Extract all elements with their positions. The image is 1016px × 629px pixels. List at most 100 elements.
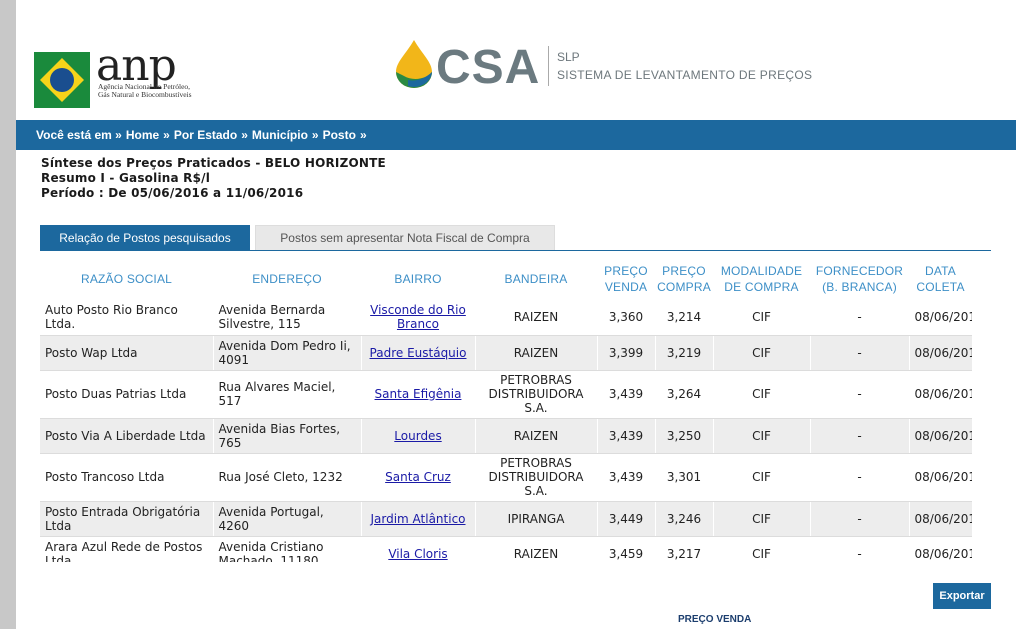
cell-preco-compra: 3,246 <box>655 501 714 537</box>
cell-endereco: Rua Alvares Maciel, 517 <box>213 370 362 419</box>
cell-data-coleta: 08/06/2016 <box>909 300 972 336</box>
csa-logo: CSA SLP SISTEMA DE LEVANTAMENTO DE PREÇO… <box>394 38 814 94</box>
cell-bandeira: RAIZEN <box>475 418 598 454</box>
cell-preco-compra: 3,219 <box>655 335 714 371</box>
cell-bairro: Vila Cloris <box>361 536 476 562</box>
bairro-link[interactable]: Santa Cruz <box>385 470 451 484</box>
cell-fornecedor: - <box>810 501 910 537</box>
table-row: Posto Entrada Obrigatória Ltda Avenida Po… <box>40 501 972 537</box>
header-data-coleta: DATA COLETA <box>916 264 965 294</box>
breadcrumb-separator: » <box>163 128 170 142</box>
cell-fornecedor: - <box>810 335 910 371</box>
cell-modalidade: CIF <box>713 453 811 502</box>
header-bairro: BAIRRO <box>394 272 442 286</box>
tab-postos-sem-nota-fiscal[interactable]: Postos sem apresentar Nota Fiscal de Com… <box>255 225 555 250</box>
stations-table: RAZÃO SOCIAL ENDEREÇO BAIRRO BANDEIRA PR… <box>40 258 972 562</box>
bairro-link[interactable]: Vila Cloris <box>388 547 447 561</box>
bairro-link[interactable]: Jardim Atlântico <box>370 512 465 526</box>
breadcrumb-municipio[interactable]: Município <box>252 128 308 142</box>
cell-preco-venda: 3,459 <box>597 536 656 562</box>
csa-drop-icon <box>396 40 432 88</box>
table-row: Posto Trancoso Ltda Rua José Cleto, 1232 S… <box>40 453 972 502</box>
table-row: Posto Via A Liberdade Ltda Avenida Bias F… <box>40 418 972 454</box>
cell-bandeira: PETROBRAS DISTRIBUIDORA S.A. <box>475 370 598 419</box>
header-fornecedor: FORNECEDOR (B. BRANCA) <box>815 264 904 294</box>
cell-bandeira: IPIRANGA <box>475 501 598 537</box>
cell-razao-social: Auto Posto Rio Branco Ltda. <box>40 300 214 336</box>
header-razao-social: RAZÃO SOCIAL <box>80 272 173 286</box>
page: anp Agência Nacional do Petróleo, Gás Na… <box>16 0 1016 629</box>
cell-endereco: Avenida Dom Pedro Ii, 4091 <box>213 335 362 371</box>
bairro-link[interactable]: Lourdes <box>394 429 441 443</box>
cell-modalidade: CIF <box>713 418 811 454</box>
cell-fornecedor: - <box>810 418 910 454</box>
cell-bairro: Santa Efigênia <box>361 370 476 419</box>
cell-endereco: Avenida Portugal, 4260 <box>213 501 362 537</box>
cell-razao-social: Arara Azul Rede de Postos Ltda <box>40 536 214 562</box>
cell-preco-venda: 3,449 <box>597 501 656 537</box>
cell-bandeira: PETROBRAS DISTRIBUIDORA S.A. <box>475 453 598 502</box>
stations-table-container[interactable]: RAZÃO SOCIAL ENDEREÇO BAIRRO BANDEIRA PR… <box>40 258 972 562</box>
cell-data-coleta: 08/06/2016 <box>909 418 972 454</box>
cell-endereco: Avenida Bias Fortes, 765 <box>213 418 362 454</box>
tab-postos-pesquisados[interactable]: Relação de Postos pesquisados <box>40 225 250 251</box>
cell-bairro: Santa Cruz <box>361 453 476 502</box>
cell-bandeira: RAIZEN <box>475 335 598 371</box>
csa-logo-text: CSA <box>436 41 541 94</box>
cell-bairro: Jardim Atlântico <box>361 501 476 537</box>
table-row: Arara Azul Rede de Postos Ltda Avenida Cr… <box>40 536 972 562</box>
breadcrumb-posto[interactable]: Posto <box>323 128 356 142</box>
bairro-link[interactable]: Visconde do Rio Branco <box>370 303 466 331</box>
cell-preco-compra: 3,301 <box>655 453 714 502</box>
cell-razao-social: Posto Trancoso Ltda <box>40 453 214 502</box>
cell-bairro: Padre Eustáquio <box>361 335 476 371</box>
cell-razao-social: Posto Duas Patrias Ltda <box>40 370 214 419</box>
bairro-link[interactable]: Santa Efigênia <box>375 387 462 401</box>
cell-fornecedor: - <box>810 300 910 336</box>
cell-fornecedor: - <box>810 453 910 502</box>
anp-logo-subtitle: Agência Nacional do Petróleo, Gás Natura… <box>98 82 192 99</box>
preco-venda-heading: PREÇO VENDA <box>678 614 752 625</box>
breadcrumb-home[interactable]: Home <box>126 128 159 142</box>
cell-modalidade: CIF <box>713 536 811 562</box>
breadcrumb-prefix: Você está em » <box>36 128 122 142</box>
cell-modalidade: CIF <box>713 370 811 419</box>
export-button[interactable]: Exportar <box>933 583 991 609</box>
cell-data-coleta: 08/06/2016 <box>909 335 972 371</box>
logo-divider <box>548 46 549 86</box>
slp-full-name: SISTEMA DE LEVANTAMENTO DE PREÇOS <box>557 68 813 82</box>
cell-preco-compra: 3,217 <box>655 536 714 562</box>
cell-bairro: Lourdes <box>361 418 476 454</box>
table-header-row: RAZÃO SOCIAL ENDEREÇO BAIRRO BANDEIRA PR… <box>40 258 972 300</box>
cell-endereco: Rua José Cleto, 1232 <box>213 453 362 502</box>
summary-period: Período : De 05/06/2016 a 11/06/2016 <box>41 186 304 200</box>
cell-endereco: Avenida Cristiano Machado, 11180 <box>213 536 362 562</box>
table-row: Posto Duas Patrias Ltda Rua Alvares Macie… <box>40 370 972 419</box>
cell-data-coleta: 08/06/2016 <box>909 501 972 537</box>
cell-modalidade: CIF <box>713 300 811 336</box>
anp-logo-icon <box>34 52 90 108</box>
cell-preco-venda: 3,360 <box>597 300 656 336</box>
cell-preco-venda: 3,439 <box>597 418 656 454</box>
cell-preco-venda: 3,439 <box>597 370 656 419</box>
header-modalidade: MODALIDADE DE COMPRA <box>720 264 803 294</box>
cell-preco-compra: 3,214 <box>655 300 714 336</box>
header-preco-compra: PREÇO COMPRA <box>657 264 711 294</box>
anp-logo: anp Agência Nacional do Petróleo, Gás Na… <box>34 40 194 110</box>
breadcrumb-por-estado[interactable]: Por Estado <box>174 128 237 142</box>
breadcrumb-separator: » <box>359 128 367 142</box>
table-row: Auto Posto Rio Branco Ltda. Avenida Berna… <box>40 300 972 336</box>
summary-title: Síntese dos Preços Praticados - BELO HOR… <box>41 156 386 170</box>
cell-data-coleta: 08/06/2016 <box>909 453 972 502</box>
cell-razao-social: Posto Entrada Obrigatória Ltda <box>40 501 214 537</box>
table-row: Posto Wap Ltda Avenida Dom Pedro Ii, 4091… <box>40 335 972 371</box>
cell-fornecedor: - <box>810 370 910 419</box>
cell-razao-social: Posto Wap Ltda <box>40 335 214 371</box>
header-preco-venda: PREÇO VENDA <box>604 264 648 294</box>
cell-preco-venda: 3,399 <box>597 335 656 371</box>
summary: Síntese dos Preços Praticados - BELO HOR… <box>41 156 386 201</box>
tabs: Relação de Postos pesquisados Postos sem… <box>40 225 991 251</box>
header-endereco: ENDEREÇO <box>252 272 322 286</box>
header-bandeira: BANDEIRA <box>504 272 568 286</box>
bairro-link[interactable]: Padre Eustáquio <box>370 346 467 360</box>
